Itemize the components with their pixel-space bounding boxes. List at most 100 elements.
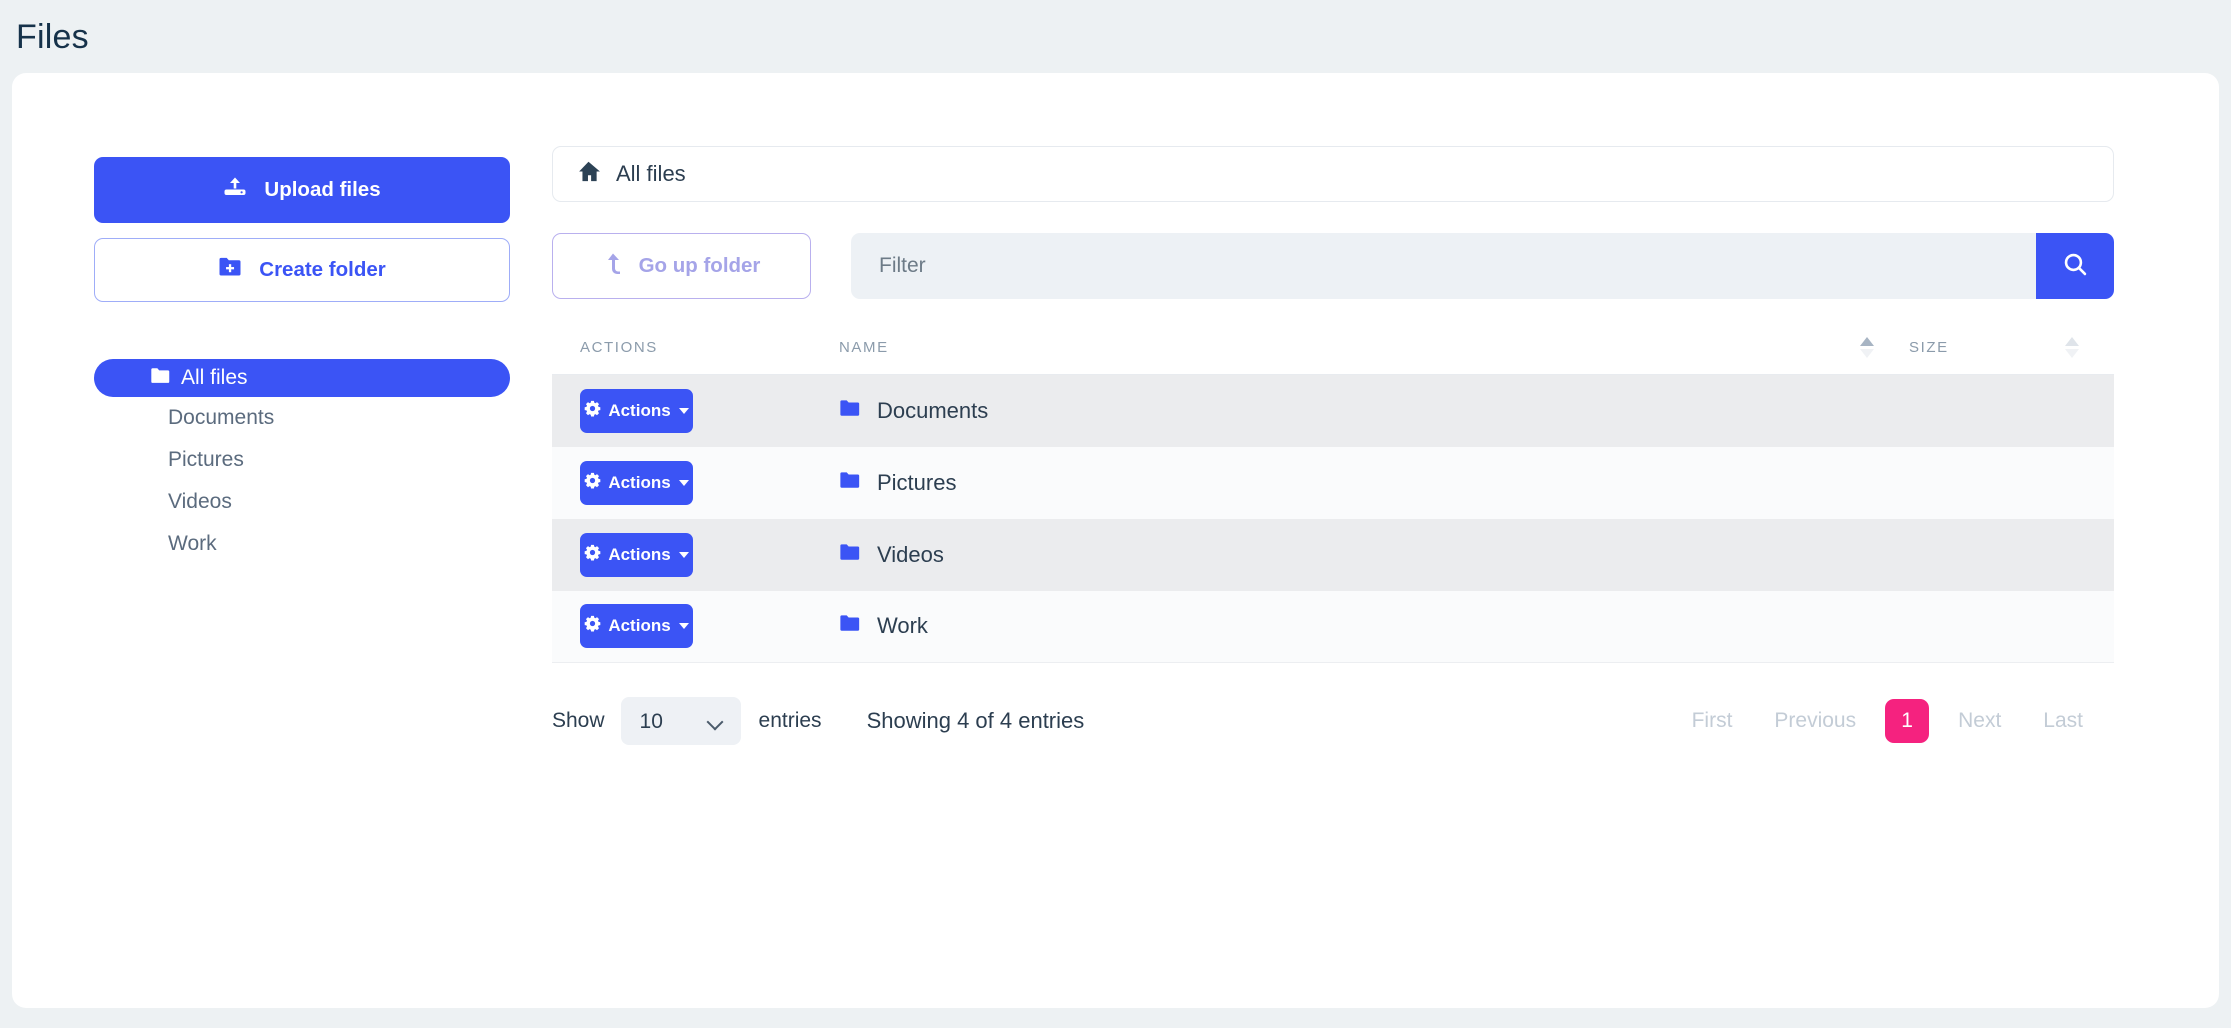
row-actions-cell: Actions — [552, 375, 837, 447]
actions-button-label: Actions — [608, 545, 670, 565]
arrow-up-icon — [603, 252, 623, 280]
gear-icon — [584, 615, 601, 637]
sort-ascending-icon — [2065, 337, 2079, 346]
chevron-down-icon — [679, 480, 689, 486]
page-size-select-wrapper: 10 25 50 100 — [621, 697, 741, 745]
sidebar-item-documents[interactable]: Documents — [94, 397, 552, 439]
sidebar-item-label: Videos — [168, 490, 232, 514]
column-header-name[interactable]: NAME — [837, 323, 1909, 375]
content-area: All files Go up folder — [552, 73, 2219, 745]
page-size-select[interactable]: 10 25 50 100 — [621, 697, 741, 745]
row-size-cell — [1909, 447, 2114, 519]
actions-button[interactable]: Actions — [580, 389, 693, 433]
sort-descending-icon — [2065, 349, 2079, 358]
sidebar-item-label: All files — [181, 366, 248, 390]
row-actions-cell: Actions — [552, 447, 837, 519]
chevron-down-icon — [679, 552, 689, 558]
upload-icon — [223, 175, 247, 205]
sidebar-item-videos[interactable]: Videos — [94, 481, 552, 523]
actions-button[interactable]: Actions — [580, 604, 693, 648]
row-actions-cell: Actions — [552, 519, 837, 591]
pagination: First Previous 1 Next Last — [1671, 699, 2104, 743]
upload-files-button[interactable]: Upload files — [94, 157, 510, 223]
row-size-cell — [1909, 591, 2114, 663]
search-icon — [2062, 251, 2089, 281]
entries-label: entries — [759, 709, 822, 733]
sort-ascending-icon — [1860, 337, 1874, 346]
sort-indicator-name[interactable] — [1860, 337, 1874, 358]
breadcrumb[interactable]: All files — [552, 146, 2114, 202]
row-name-label: Pictures — [877, 470, 956, 496]
sort-indicator-size[interactable] — [2065, 337, 2079, 358]
folder-icon — [839, 542, 861, 568]
table-head: ACTIONS NAME — [552, 323, 2114, 375]
actions-button[interactable]: Actions — [580, 461, 693, 505]
go-up-folder-button[interactable]: Go up folder — [552, 233, 811, 299]
folder-tree: All files Documents Pictures Videos Work — [94, 359, 552, 565]
sidebar-item-label: Documents — [168, 406, 274, 430]
sidebar-item-work[interactable]: Work — [94, 523, 552, 565]
search-group — [851, 233, 2114, 299]
pagination-last[interactable]: Last — [2022, 709, 2104, 733]
table-row[interactable]: Actions Pictures — [552, 447, 2114, 519]
upload-files-label: Upload files — [264, 178, 380, 202]
gear-icon — [584, 544, 601, 566]
column-header-actions: ACTIONS — [552, 323, 837, 375]
row-name-cell: Documents — [837, 375, 1909, 447]
files-card: Upload files Create folder — [12, 73, 2219, 1008]
home-icon — [576, 160, 601, 188]
row-size-cell — [1909, 375, 2114, 447]
chevron-down-icon — [679, 623, 689, 629]
column-header-actions-label: ACTIONS — [580, 339, 658, 356]
table-footer: Show 10 25 50 100 entries Showing 4 of 4… — [552, 697, 2114, 745]
column-header-size-label: SIZE — [1909, 339, 1949, 356]
sort-descending-icon — [1860, 349, 1874, 358]
go-up-folder-label: Go up folder — [639, 254, 761, 278]
gear-icon — [584, 472, 601, 494]
pagination-previous[interactable]: Previous — [1753, 709, 1877, 733]
folder-icon — [839, 613, 861, 639]
gear-icon — [584, 400, 601, 422]
row-name-label: Videos — [877, 542, 944, 568]
column-header-size[interactable]: SIZE — [1909, 323, 2114, 375]
sidebar-item-label: Work — [168, 532, 217, 556]
row-actions-cell: Actions — [552, 591, 837, 663]
sidebar-item-label: Pictures — [168, 448, 244, 472]
pagination-first[interactable]: First — [1671, 709, 1754, 733]
row-name-label: Documents — [877, 398, 988, 424]
chevron-down-icon — [679, 408, 689, 414]
actions-button[interactable]: Actions — [580, 533, 693, 577]
actions-button-label: Actions — [608, 473, 670, 493]
search-button[interactable] — [2036, 233, 2114, 299]
folder-icon — [839, 470, 861, 496]
showing-entries-text: Showing 4 of 4 entries — [867, 708, 1085, 734]
sidebar-item-all-files[interactable]: All files — [94, 359, 510, 397]
table-body: Actions Documents — [552, 375, 2114, 663]
create-folder-button[interactable]: Create folder — [94, 238, 510, 302]
show-label: Show — [552, 709, 605, 733]
actions-button-label: Actions — [608, 401, 670, 421]
files-table: ACTIONS NAME — [552, 323, 2114, 663]
column-header-name-label: NAME — [839, 339, 889, 356]
folder-plus-icon — [218, 256, 242, 284]
folder-icon — [150, 367, 171, 390]
row-name-cell: Pictures — [837, 447, 1909, 519]
pagination-page-1[interactable]: 1 — [1885, 699, 1929, 743]
filter-input[interactable] — [851, 233, 2036, 299]
toolbar: Go up folder — [552, 233, 2114, 299]
sidebar: Upload files Create folder — [12, 73, 552, 745]
pagination-next[interactable]: Next — [1937, 709, 2022, 733]
row-name-cell: Work — [837, 591, 1909, 663]
table-row[interactable]: Actions Work — [552, 591, 2114, 663]
row-name-cell: Videos — [837, 519, 1909, 591]
folder-icon — [839, 398, 861, 424]
table-row[interactable]: Actions Videos — [552, 519, 2114, 591]
table-header-row: ACTIONS NAME — [552, 323, 2114, 375]
breadcrumb-label: All files — [616, 161, 686, 187]
actions-button-label: Actions — [608, 616, 670, 636]
row-name-label: Work — [877, 613, 928, 639]
create-folder-label: Create folder — [259, 258, 385, 282]
sidebar-item-pictures[interactable]: Pictures — [94, 439, 552, 481]
table-row[interactable]: Actions Documents — [552, 375, 2114, 447]
row-size-cell — [1909, 519, 2114, 591]
